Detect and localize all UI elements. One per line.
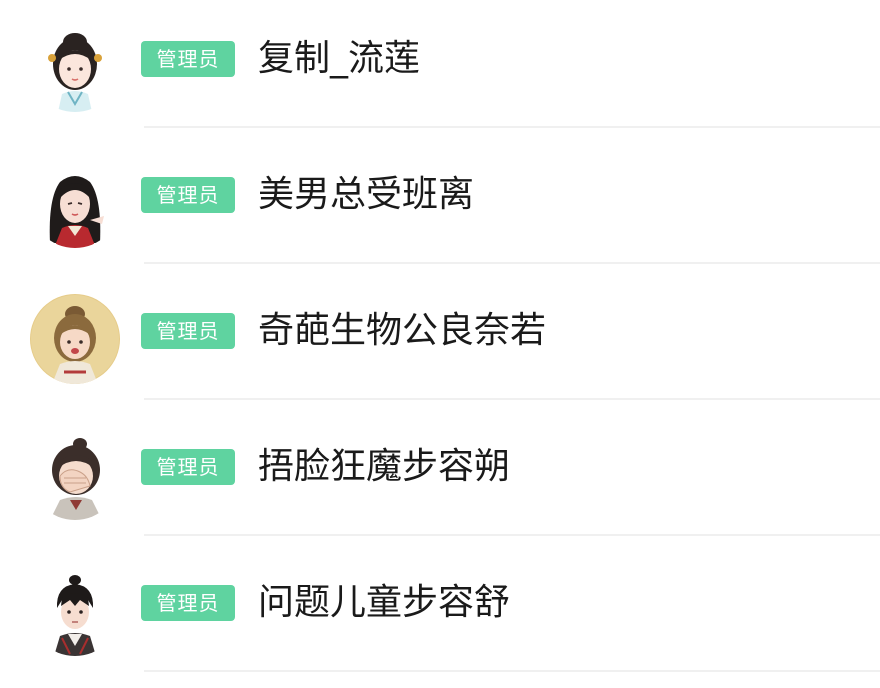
avatar-icon[interactable] [30, 158, 120, 248]
avatar-icon[interactable] [30, 566, 120, 656]
admin-badge: 管理员 [141, 449, 235, 485]
admin-badge: 管理员 [141, 41, 235, 77]
avatar-icon[interactable] [30, 22, 120, 112]
member-row[interactable]: 管理员 捂脸狂魔步容朔 [0, 408, 880, 544]
member-list: 管理员 复制_流莲 管理员 美男总受班离 管理员 奇葩生物公良奈若 管理员 捂脸… [0, 0, 880, 688]
avatar-icon[interactable] [30, 294, 120, 384]
member-name: 复制_流莲 [258, 38, 421, 79]
admin-badge: 管理员 [141, 177, 235, 213]
member-row[interactable]: 管理员 复制_流莲 [0, 0, 880, 136]
row-divider [144, 670, 880, 672]
member-name: 美男总受班离 [258, 174, 475, 215]
member-row[interactable]: 管理员 美男总受班离 [0, 136, 880, 272]
admin-badge: 管理员 [141, 313, 235, 349]
member-name: 捂脸狂魔步容朔 [258, 446, 511, 487]
member-name: 问题儿童步容舒 [258, 582, 511, 623]
member-row[interactable]: 管理员 奇葩生物公良奈若 [0, 272, 880, 408]
admin-badge: 管理员 [141, 585, 235, 621]
row-divider [144, 398, 880, 400]
member-row[interactable]: 管理员 问题儿童步容舒 [0, 544, 880, 680]
avatar-icon[interactable] [30, 430, 120, 520]
row-divider [144, 262, 880, 264]
member-name: 奇葩生物公良奈若 [258, 310, 547, 351]
row-divider [144, 126, 880, 128]
row-divider [144, 534, 880, 536]
